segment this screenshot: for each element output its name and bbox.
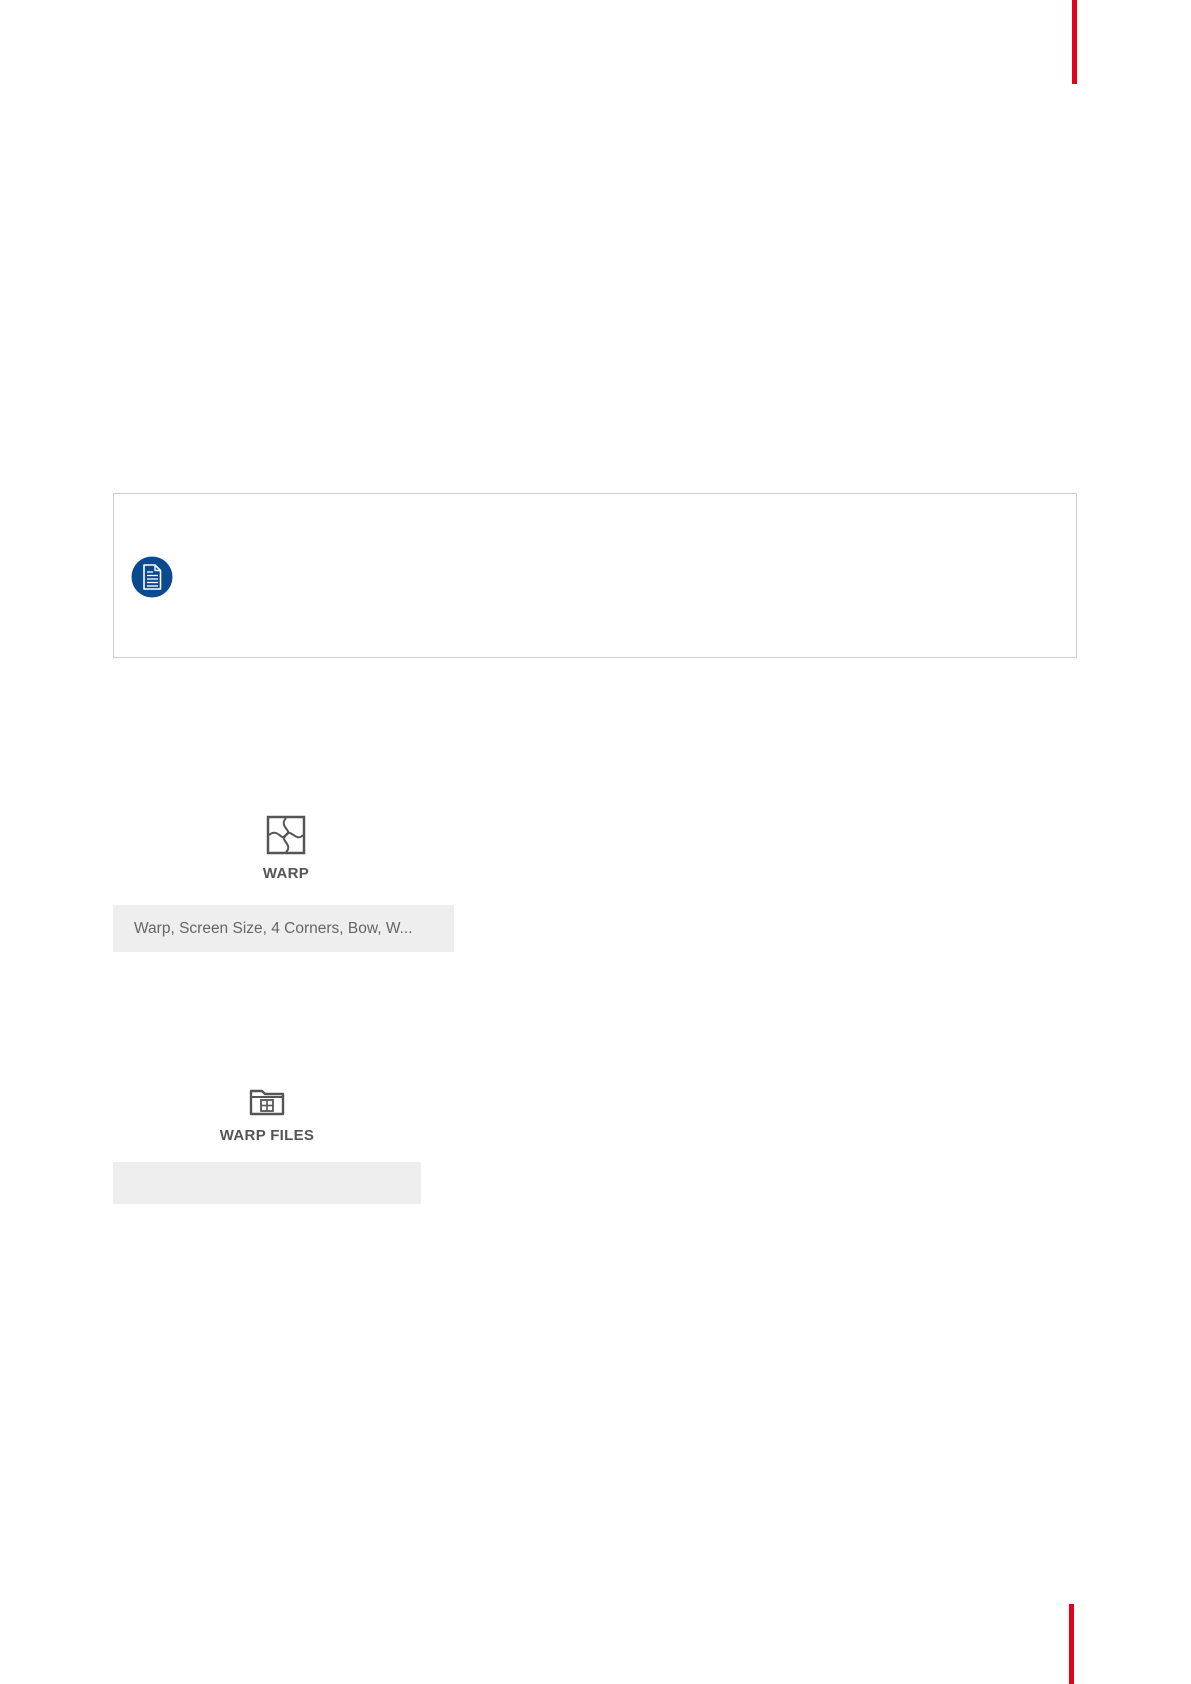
warp-files-label: WARP FILES — [219, 1127, 315, 1144]
note-box — [113, 493, 1077, 658]
page-marker-bottom — [1069, 1604, 1074, 1684]
warp-description: Warp, Screen Size, 4 Corners, Bow, W... — [113, 905, 454, 952]
warp-icon — [266, 815, 306, 855]
document-note-icon — [131, 556, 173, 598]
warp-files-description — [113, 1162, 421, 1204]
folder-grid-icon — [249, 1089, 285, 1116]
page-marker-top — [1072, 0, 1077, 84]
warp-label: WARP — [262, 865, 310, 882]
